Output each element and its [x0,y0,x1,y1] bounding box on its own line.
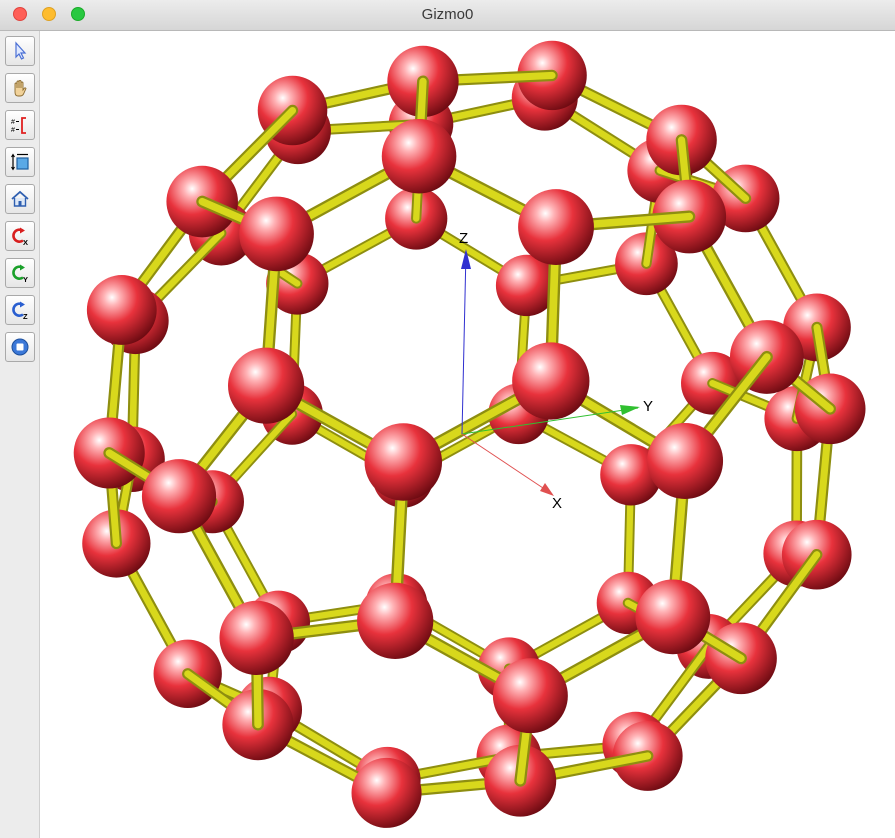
z-axis-label: Z [459,230,468,247]
svg-text:#: # [11,119,15,126]
rotate-x-button[interactable]: X [5,221,35,251]
carbon-atom [381,118,457,194]
carbon-atom [351,757,422,828]
x-axis-line [461,433,553,495]
carbon-atom [512,342,590,420]
app-window: Gizmo0 # # X Y Z Z Y X [0,0,895,838]
carbon-atom [86,275,157,345]
z-axis-line [461,250,467,435]
x-axis-label: X [552,495,562,512]
svg-text:#: # [11,127,15,134]
zoom-frame-icon [11,153,29,171]
carbon-atom [492,658,568,734]
select-tool-button[interactable] [5,36,35,66]
carbon-atom [239,196,314,272]
carbon-atom [635,579,711,655]
zoom-tool-button[interactable] [5,147,35,177]
pan-hand-icon [14,80,27,97]
measure-tool-button[interactable]: # # [5,110,35,140]
carbon-atom [228,347,305,424]
y-axis-arrow [620,405,640,415]
window-title: Gizmo0 [421,6,474,23]
y-axis-label: Y [643,398,653,415]
stop-rotation-button[interactable] [5,332,35,362]
pan-tool-button[interactable] [5,73,35,103]
rotate-y-icon: Y [12,264,28,283]
carbon-atom [219,600,294,676]
tool-palette: # # X Y Z [0,31,40,838]
home-view-button[interactable] [5,184,35,214]
rotate-z-icon: Z [12,301,28,320]
pointer-arrow-icon [15,41,27,60]
stop-icon [11,338,29,356]
rotate-y-button[interactable]: Y [5,258,35,288]
molecule-scene: Z Y X [73,40,866,828]
3d-viewport[interactable]: Z Y X [40,31,895,838]
svg-text:X: X [23,238,28,246]
svg-text:Y: Y [23,275,28,283]
home-icon [11,190,29,207]
measure-bracket-icon: # # [11,117,26,134]
svg-text:Z: Z [23,312,28,320]
carbon-atom [141,459,217,534]
rotate-z-button[interactable]: Z [5,295,35,325]
carbon-atom [518,189,594,265]
atom-layer [73,40,866,828]
carbon-atom [647,423,724,499]
carbon-atom [357,582,434,659]
title-bar: Gizmo0 [0,0,895,31]
rotate-x-icon: X [12,227,28,246]
carbon-atom [364,423,443,501]
